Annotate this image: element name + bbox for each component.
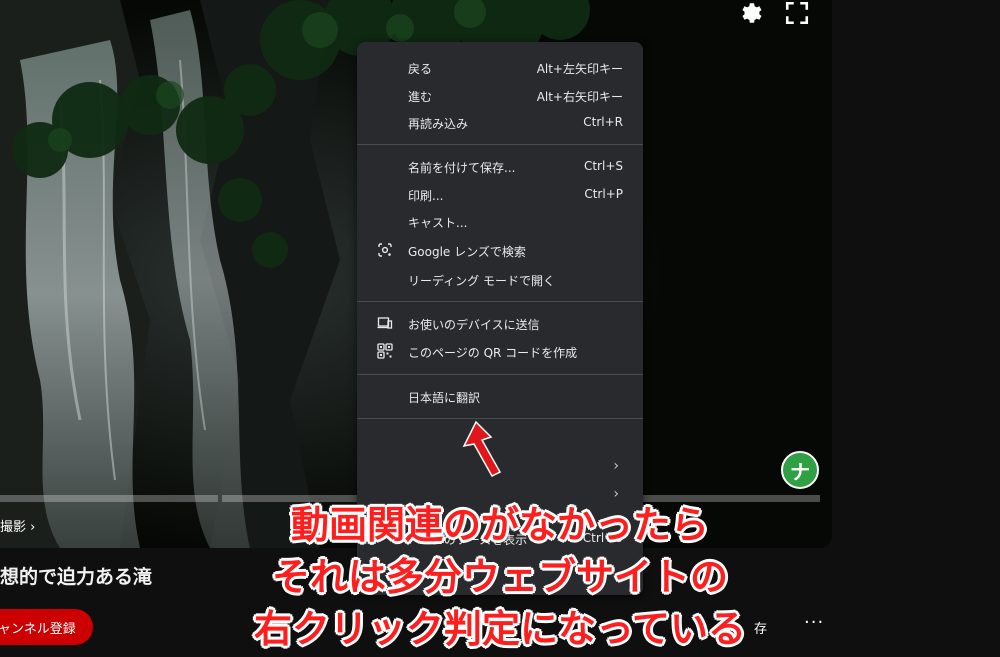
menu-item-label: このページの QR コードを作成 [408, 346, 578, 360]
menu-item-label: お使いのデバイスに送信 [408, 318, 540, 332]
device-icon [377, 317, 393, 329]
menu-item-shortcut: Alt+左矢印キー [536, 62, 623, 76]
menu-item-translate[interactable]: 日本語に翻訳 [357, 384, 643, 410]
menu-item-label: キャスト... [408, 216, 468, 230]
menu-item-reading-mode[interactable]: リーディング モードで開く [357, 267, 643, 293]
avatar-letter: ナ [790, 459, 810, 484]
annotation-arrow-icon [462, 420, 502, 477]
menu-item-label: 進む [408, 90, 433, 104]
menu-item-shortcut: Alt+右矢印キー [536, 90, 623, 104]
menu-item-label: リーディング モードで開く [408, 274, 555, 288]
lens-icon [378, 243, 392, 257]
menu-separator [357, 144, 643, 145]
menu-item-shortcut: Ctrl+S [583, 159, 623, 173]
menu-item-label: 印刷... [408, 189, 444, 203]
menu-item-shortcut: Ctrl+R [583, 115, 623, 129]
menu-separator [357, 418, 643, 419]
overlay-caption-line2: それは多分ウェブサイトの [271, 555, 728, 599]
menu-item-back[interactable]: 戻る Alt+左矢印キー [357, 55, 643, 81]
menu-item-qr-code[interactable]: このページの QR コードを作成 [357, 339, 643, 365]
menu-item-label: 戻る [408, 62, 433, 76]
menu-item-send-to-devices[interactable]: お使いのデバイスに送信 [357, 311, 643, 337]
menu-item-label: 再読み込み [408, 117, 469, 131]
menu-item-forward[interactable]: 進む Alt+右矢印キー [357, 83, 643, 109]
overlay-caption-line1: 動画関連のがなかったら [290, 503, 709, 547]
qr-code-icon [377, 343, 393, 359]
chevron-right-icon[interactable]: › [613, 458, 619, 474]
settings-gear-icon[interactable] [737, 0, 763, 26]
menu-item-print[interactable]: 印刷... Ctrl+P [357, 182, 643, 208]
menu-separator [357, 374, 643, 375]
overlay-caption-line3: 右クリック判定になっている [253, 607, 747, 651]
menu-item-label: 名前を付けて保存... [408, 161, 516, 175]
menu-item-cast[interactable]: キャスト... [357, 209, 643, 235]
menu-separator [357, 301, 643, 302]
menu-item-shortcut: Ctrl+P [584, 187, 623, 201]
fullscreen-icon[interactable] [784, 0, 810, 26]
menu-item-save-as[interactable]: 名前を付けて保存... Ctrl+S [357, 154, 643, 180]
menu-item-reload[interactable]: 再読み込み Ctrl+R [357, 110, 643, 136]
menu-item-label: 日本語に翻訳 [408, 391, 481, 405]
channel-avatar[interactable]: ナ [781, 451, 819, 489]
menu-item-google-lens[interactable]: Google レンズで検索 [357, 238, 643, 264]
menu-item-label: Google レンズで検索 [408, 245, 526, 259]
